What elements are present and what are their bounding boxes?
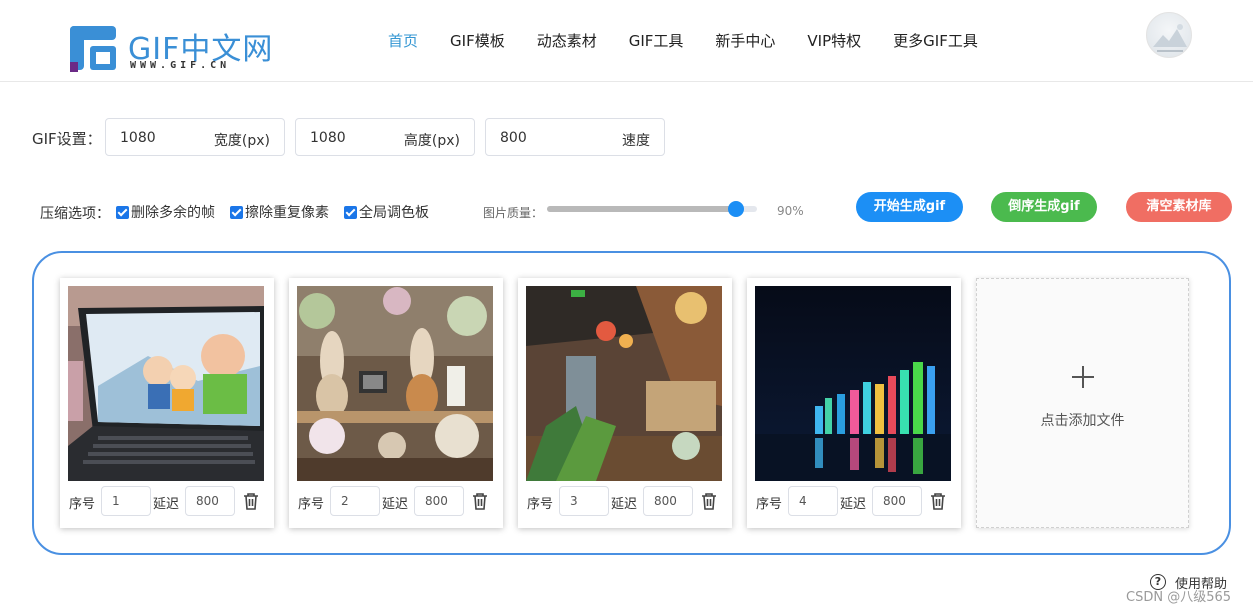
checkbox-label: 擦除重复像素	[245, 205, 329, 221]
frame-card: 序号 延迟	[747, 278, 961, 528]
delay-label: 延迟	[153, 497, 180, 512]
compression-label: 压缩选项：	[40, 206, 110, 222]
height-unit-label: 高度(px)	[403, 133, 460, 149]
main-nav: 首页 GIF模板 动态素材 GIF工具 新手中心 VIP特权 更多GIF工具	[372, 28, 994, 54]
seq-input[interactable]	[788, 486, 838, 516]
compression-options-row: 压缩选项： 删除多余的帧 擦除重复像素 全局调色板 图片质量： 90% 开始生成…	[40, 192, 1240, 226]
height-input[interactable]	[310, 128, 400, 148]
frame-card: 序号 延迟	[518, 278, 732, 528]
frame-controls: 序号 延迟	[526, 486, 726, 516]
add-file-label: 点击添加文件	[1040, 413, 1125, 429]
nav-home[interactable]: 首页	[372, 28, 434, 54]
reverse-generate-button[interactable]: 倒序生成gif	[991, 192, 1097, 222]
trash-icon[interactable]	[700, 491, 718, 511]
slider-thumb[interactable]	[728, 201, 744, 217]
watermark-text: CSDN @八级565	[1126, 590, 1232, 605]
delay-label: 延迟	[840, 497, 867, 512]
width-unit-label: 宽度(px)	[213, 133, 270, 149]
top-header: GIF中文网 WWW.GIF.CN 首页 GIF模板 动态素材 GIF工具 新手…	[0, 0, 1253, 82]
add-file-card[interactable]: 点击添加文件	[976, 278, 1189, 528]
seq-label: 序号	[527, 497, 554, 512]
delay-label: 延迟	[382, 497, 409, 512]
speed-unit-label: 速度	[622, 133, 650, 149]
frame-card: 序号 延迟	[289, 278, 503, 528]
trash-icon[interactable]	[242, 491, 260, 511]
checkbox-checked-icon[interactable]	[116, 205, 129, 219]
checkbox-label: 删除多余的帧	[131, 205, 215, 221]
laptop-anime-photo	[68, 286, 264, 481]
logo-subtitle: WWW.GIF.CN	[130, 60, 231, 71]
clear-library-button[interactable]: 清空素材库	[1126, 192, 1232, 222]
frame-controls: 序号 延迟	[755, 486, 955, 516]
frame-controls: 序号 延迟	[68, 486, 268, 516]
trash-icon[interactable]	[471, 491, 489, 511]
delay-label: 延迟	[611, 497, 638, 512]
checkbox-erase-pixels[interactable]: 擦除重复像素	[230, 202, 329, 222]
plus-icon	[1072, 366, 1094, 388]
speed-field[interactable]: 速度	[485, 118, 665, 156]
quality-slider[interactable]	[547, 201, 757, 217]
checkbox-checked-icon[interactable]	[344, 205, 357, 219]
gif-settings-label: GIF设置：	[32, 130, 102, 148]
trash-icon[interactable]	[929, 491, 947, 511]
nav-gif-tools[interactable]: GIF工具	[613, 28, 700, 54]
width-input[interactable]	[120, 128, 210, 148]
seq-input[interactable]	[101, 486, 151, 516]
checkbox-label: 全局调色板	[359, 205, 429, 221]
rabbit-figures-photo	[297, 286, 493, 481]
nav-animated-assets[interactable]: 动态素材	[521, 28, 613, 54]
city-night-skyline-photo	[755, 286, 951, 481]
user-avatar-icon[interactable]	[1146, 12, 1192, 58]
seq-input[interactable]	[330, 486, 380, 516]
delay-input[interactable]	[185, 486, 235, 516]
checkbox-checked-icon[interactable]	[230, 205, 243, 219]
seq-label: 序号	[69, 497, 96, 512]
seq-label: 序号	[756, 497, 783, 512]
start-generate-button[interactable]: 开始生成gif	[856, 192, 963, 222]
frame-controls: 序号 延迟	[297, 486, 497, 516]
quality-value: 90%	[777, 204, 804, 218]
nav-vip[interactable]: VIP特权	[791, 28, 877, 54]
seq-input[interactable]	[559, 486, 609, 516]
delay-input[interactable]	[643, 486, 693, 516]
delay-input[interactable]	[872, 486, 922, 516]
checkbox-remove-frames[interactable]: 删除多余的帧	[116, 202, 215, 222]
checkbox-global-palette[interactable]: 全局调色板	[344, 202, 429, 222]
logo-mark-icon	[70, 26, 116, 72]
delay-input[interactable]	[414, 486, 464, 516]
width-field[interactable]: 宽度(px)	[105, 118, 285, 156]
quality-label: 图片质量：	[483, 206, 544, 220]
nav-gif-templates[interactable]: GIF模板	[434, 28, 521, 54]
speed-input[interactable]	[500, 128, 590, 148]
site-logo[interactable]: GIF中文网 WWW.GIF.CN	[70, 24, 272, 74]
seq-label: 序号	[298, 497, 325, 512]
height-field[interactable]: 高度(px)	[295, 118, 475, 156]
slider-fill	[547, 206, 736, 212]
nav-more-gif-tools[interactable]: 更多GIF工具	[877, 28, 994, 54]
nav-beginner-center[interactable]: 新手中心	[699, 28, 791, 54]
restaurant-interior-photo	[526, 286, 722, 481]
frame-card: 序号 延迟	[60, 278, 274, 528]
